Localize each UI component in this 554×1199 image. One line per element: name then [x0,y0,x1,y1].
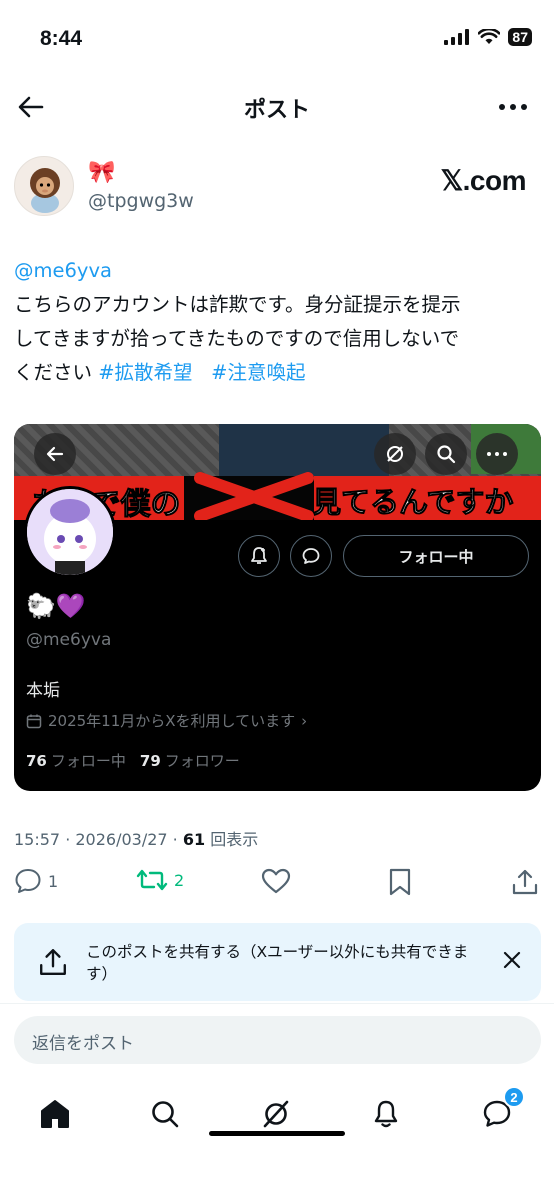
followers-label: フォロワー [164,752,240,770]
banner-text: 見てるんですか [312,485,515,520]
status-time: 8:44 [40,27,83,50]
divider [0,1003,554,1004]
views-label: 回表示 [210,830,259,849]
wifi-icon [478,29,501,44]
source-badge: 𝕏.com [440,165,527,196]
joined-text: 2025年11月からXを利用しています [48,712,296,730]
more-options-button[interactable] [496,92,530,122]
card-more-icon [476,433,518,475]
message-icon [290,535,332,577]
embedded-avatar [24,486,116,578]
author-handle[interactable]: @tpgwg3w [88,190,194,212]
embedded-following-button: フォロー中 [343,535,529,577]
search-icon [152,1101,179,1128]
status-icons: 87 [444,28,532,46]
hashtag-link[interactable]: #拡散希望 [98,361,192,384]
embedded-profile-image[interactable]: なんで僕の 見てるんですか フォロー中 🐑💜 @me6yva 本垢 2025年1… [14,424,541,791]
share-button[interactable] [511,868,539,896]
card-back-icon [34,433,76,475]
calendar-icon [26,714,42,728]
followers-count: 79 [139,752,161,770]
bottom-tab-bar: 2 [0,1084,554,1144]
bookmark-button[interactable] [387,868,413,896]
post-line: こちらのアカウントは詐欺です。身分証提示を提示 [14,293,461,316]
repost-button[interactable]: 2 [136,868,184,892]
embedded-follow-stats: 76 フォロー中 79 フォロワー [26,750,240,771]
tab-notifications[interactable] [366,1094,406,1134]
red-x-mark [194,472,314,520]
post-date: 2026/03/27 [75,830,168,849]
more-dots-icon [499,104,527,110]
tab-home[interactable] [35,1094,75,1134]
bell-icon [374,1100,398,1128]
top-header: ポスト [0,80,554,136]
share-banner-text: このポストを共有する（Xユーザー以外にも共有できます） [86,943,469,983]
post-line: してきますが拾ってきたものですので信用しないで [14,327,460,350]
view-count: 61 [182,830,206,849]
heart-icon [261,868,291,894]
status-bar: 8:44 87 [0,0,554,80]
embedded-handle: @me6yva [26,630,112,650]
reply-button[interactable]: 1 [14,868,58,894]
post-line: ください [14,361,99,384]
home-icon [41,1100,69,1128]
share-banner[interactable]: このポストを共有する（Xユーザー以外にも共有できます） [14,923,541,1001]
author-avatar[interactable] [14,156,74,216]
embedded-bio: 本垢 [26,681,60,701]
bookmark-icon [389,868,411,896]
reply-count: 1 [48,871,59,891]
close-icon[interactable] [503,951,521,969]
following-label: フォロー中 [50,752,126,770]
repost-icon [136,869,168,891]
share-upload-icon [40,949,66,975]
reply-input[interactable]: 返信をポスト [14,1016,541,1064]
post-time: 15:57 [14,830,61,849]
reply-placeholder: 返信をポスト [32,1034,134,1054]
grok-icon [263,1100,289,1128]
mention-link[interactable]: @me6yva [14,259,112,282]
home-indicator [209,1131,345,1136]
chevron-right-icon: › [301,711,308,730]
embedded-display-name: 🐑💜 [26,592,86,620]
card-search-icon [425,433,467,475]
followers-stat: 79 フォロワー [140,750,240,771]
page-title: ポスト [243,98,310,123]
repost-count: 2 [174,870,185,890]
reply-icon [15,869,41,893]
messages-badge: 2 [503,1086,525,1108]
notify-bell-icon [238,535,280,577]
share-icon [512,869,538,895]
battery-indicator: 87 [508,28,532,46]
post-author: 🎀 @tpgwg3w 𝕏.com [14,156,540,218]
following-stat: 76 フォロー中 [26,750,126,771]
post-actions: 1 2 [0,866,554,906]
like-button[interactable] [261,868,291,894]
tab-grok[interactable] [256,1094,296,1134]
card-grok-icon [374,433,416,475]
following-count: 76 [26,752,47,770]
hashtag-link[interactable]: #注意喚起 [211,361,305,384]
author-display-name[interactable]: 🎀 [88,160,115,185]
post-text: @me6yva こちらのアカウントは詐欺です。身分証提示を提示 してきますが拾っ… [14,254,540,390]
post-meta: 15:57 · 2026/03/27 · 61 回表示 [14,830,259,849]
tab-search[interactable] [145,1094,185,1134]
embedded-joined-date: 2025年11月からXを利用しています › [26,710,307,731]
signal-icon [444,29,470,45]
tab-messages[interactable]: 2 [477,1086,525,1134]
